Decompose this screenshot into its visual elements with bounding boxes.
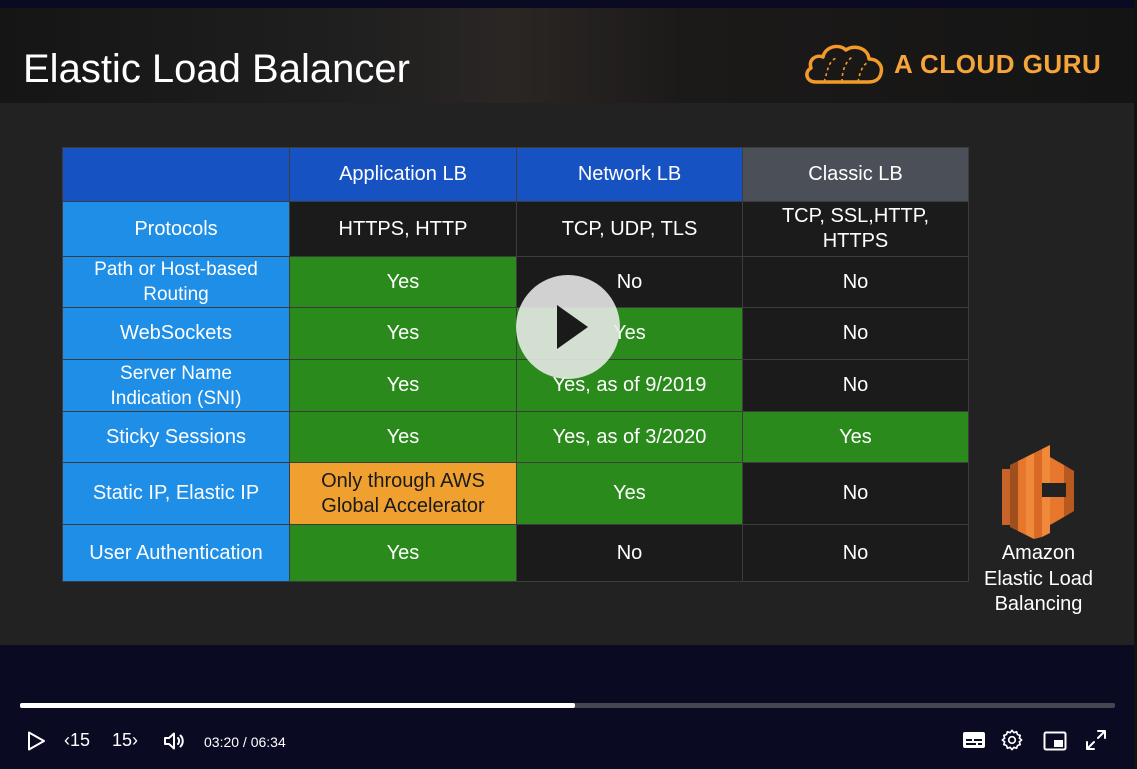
elastic-load-balancing-icon	[1002, 445, 1074, 539]
forward-label: 15	[112, 730, 133, 750]
settings-icon	[1001, 729, 1023, 751]
captions-button[interactable]	[962, 730, 986, 750]
table-row: Protocols HTTPS, HTTP TCP, UDP, TLS TCP,…	[62, 201, 969, 257]
settings-button[interactable]	[1001, 729, 1023, 751]
aws-label-line: Amazon	[1001, 542, 1076, 564]
table-cell: Yes	[289, 307, 517, 360]
picture-in-picture-button[interactable]	[1043, 731, 1067, 751]
progress-bar-fill	[20, 703, 576, 708]
table-cell: No	[742, 256, 969, 308]
table-cell: No	[742, 359, 969, 412]
forward-15-button[interactable]: 15›	[112, 729, 138, 751]
row-label-path-routing: Path or Host-based Routing	[62, 256, 290, 308]
header-cell-empty	[62, 147, 290, 202]
aws-elb-label: Amazon Elastic Load Balancing	[966, 541, 1111, 618]
table-cell: Only through AWS Global Accelerator	[289, 462, 517, 525]
table-cell: No	[742, 307, 969, 360]
captions-icon	[963, 732, 985, 748]
volume-button[interactable]	[162, 729, 186, 753]
table-cell: Yes	[516, 462, 743, 525]
brand-logo: A CLOUD GURU	[802, 40, 1102, 88]
rewind-label: 15	[70, 730, 91, 750]
rewind-15-button[interactable]: ‹15	[64, 729, 90, 751]
picture-in-picture-icon	[1043, 731, 1067, 751]
center-play-button[interactable]	[516, 275, 620, 379]
play-icon	[28, 731, 45, 751]
fullscreen-button[interactable]	[1085, 729, 1107, 751]
slide-title: Elastic Load Balancer	[23, 47, 410, 91]
cloud-logo-icon	[805, 44, 884, 84]
slide-title-bar: Elastic Load Balancer A CLOUD GURU	[0, 8, 1137, 103]
table-cell: Yes	[289, 524, 517, 582]
volume-icon	[164, 732, 184, 750]
brand-name: A CLOUD GURU	[894, 49, 1102, 79]
table-cell: No	[742, 524, 969, 582]
video-frame[interactable]: Elastic Load Balancer A CLOUD GURU Appli…	[0, 0, 1137, 645]
table-cell: TCP, UDP, TLS	[516, 201, 743, 257]
header-cell-application-lb: Application LB	[289, 147, 517, 202]
row-label-sni: Server Name Indication (SNI)	[62, 359, 290, 412]
video-controls: ‹15 15› 03:20 / 06:34	[0, 645, 1137, 769]
row-label-sticky-sessions: Sticky Sessions	[62, 411, 290, 463]
fullscreen-icon	[1086, 730, 1106, 750]
table-cell: Yes	[289, 256, 517, 308]
row-label-user-authentication: User Authentication	[62, 524, 290, 582]
table-cell: TCP, SSL,HTTP, HTTPS	[742, 201, 969, 257]
table-cell: Yes	[742, 411, 969, 463]
table-cell: Yes	[289, 359, 517, 412]
forward-15-icon: ›	[132, 730, 139, 750]
table-cell: Yes	[289, 411, 517, 463]
row-label-static-ip: Static IP, Elastic IP	[62, 462, 290, 525]
table-cell: No	[516, 524, 743, 582]
aws-label-line: Elastic Load	[984, 567, 1093, 590]
play-icon	[557, 305, 588, 349]
header-cell-classic-lb: Classic LB	[742, 147, 969, 202]
play-button[interactable]	[26, 731, 46, 751]
progress-bar[interactable]	[20, 703, 1115, 708]
row-label-protocols: Protocols	[62, 201, 290, 257]
time-display: 03:20 / 06:34	[204, 734, 286, 750]
table-row: User Authentication Yes No No	[62, 524, 969, 582]
table-row: Sticky Sessions Yes Yes, as of 3/2020 Ye…	[62, 411, 969, 463]
table-cell: No	[742, 462, 969, 525]
top-band	[0, 0, 1137, 8]
table-row: Static IP, Elastic IP Only through AWS G…	[62, 462, 969, 525]
table-header-row: Application LB Network LB Classic LB	[62, 147, 969, 202]
row-label-websockets: WebSockets	[62, 307, 290, 360]
header-cell-network-lb: Network LB	[516, 147, 743, 202]
aws-label-line: Balancing	[994, 593, 1083, 615]
table-cell: HTTPS, HTTP	[289, 201, 517, 257]
table-cell: Yes, as of 3/2020	[516, 411, 743, 463]
aws-elb-logo: Amazon Elastic Load Balancing	[966, 440, 1111, 620]
